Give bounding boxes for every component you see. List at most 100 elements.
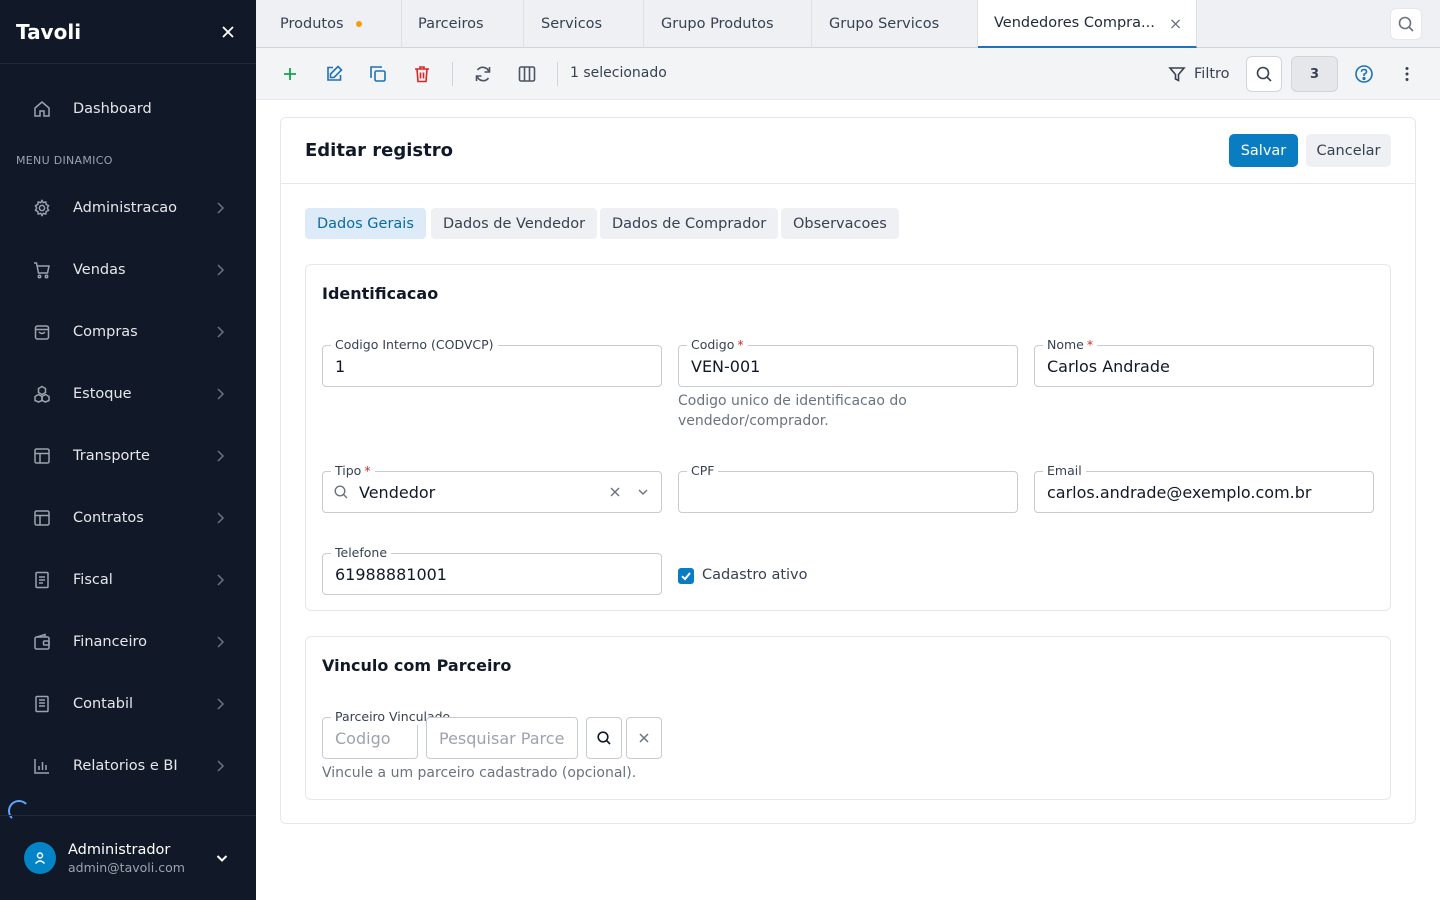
required-marker: * bbox=[737, 337, 744, 352]
delete-button[interactable] bbox=[410, 62, 434, 86]
sidebar-item-label: Vendas bbox=[73, 262, 126, 278]
sidebar-item-label: Contratos bbox=[73, 510, 144, 526]
help-button[interactable] bbox=[1352, 62, 1376, 86]
refresh-button[interactable] bbox=[471, 62, 495, 86]
checkbox-label: Cadastro ativo bbox=[702, 567, 808, 583]
field-label-text: Tipo bbox=[335, 463, 362, 478]
toolbar-search-button[interactable] bbox=[1246, 56, 1282, 92]
field-label: Nome * bbox=[1043, 337, 1098, 353]
sidebar-item-label: Administracao bbox=[73, 200, 178, 216]
parceiro-search-field[interactable]: Pesquisar Parce bbox=[426, 717, 578, 759]
book-icon bbox=[35, 695, 49, 713]
tab-dados-gerais[interactable]: Dados Gerais bbox=[305, 208, 426, 239]
sidebar-item-contabil[interactable]: Contabil bbox=[0, 680, 256, 728]
sidebar-item-compras[interactable]: Compras bbox=[0, 308, 256, 356]
tab-label: Servicos bbox=[541, 16, 603, 32]
chevron-right-icon bbox=[217, 636, 225, 648]
clear-icon[interactable] bbox=[609, 486, 621, 498]
avatar bbox=[24, 842, 56, 874]
sidebar-item-contratos[interactable]: Contratos bbox=[0, 494, 256, 542]
sidebar-item-relatorios[interactable]: Relatorios e BI bbox=[0, 742, 256, 790]
cpf-field[interactable]: CPF bbox=[678, 463, 1018, 513]
tab-vendedores-compradores[interactable]: Vendedores Compra... × bbox=[978, 0, 1197, 48]
sidebar-item-dashboard[interactable]: Dashboard bbox=[0, 85, 256, 133]
sidebar-item-financeiro[interactable]: Financeiro bbox=[0, 618, 256, 666]
email-field[interactable]: Email carlos.andrade@exemplo.com.br bbox=[1034, 463, 1374, 513]
tab-observacoes[interactable]: Observacoes bbox=[781, 208, 899, 239]
brand-logo: Tavoli bbox=[16, 19, 82, 44]
parceiro-search-button[interactable] bbox=[586, 717, 622, 759]
filter-button[interactable]: Filtro bbox=[1168, 62, 1230, 86]
tab-bar: Produtos Parceiros Servicos Grupo Produt… bbox=[256, 0, 1440, 48]
chevron-right-icon bbox=[217, 512, 225, 524]
layout-icon bbox=[34, 510, 50, 526]
codigo-field[interactable]: Codigo * VEN-001 bbox=[678, 337, 1018, 387]
parceiro-clear-button[interactable] bbox=[626, 717, 662, 759]
field-placeholder: Codigo bbox=[335, 728, 391, 748]
chevron-right-icon bbox=[217, 574, 225, 586]
tab-grupo-produtos[interactable]: Grupo Produtos bbox=[644, 0, 812, 48]
codigo-interno-field[interactable]: Codigo Interno (CODVCP) 1 bbox=[322, 337, 662, 387]
close-tab-icon[interactable]: × bbox=[1169, 14, 1182, 33]
layout-icon bbox=[34, 448, 50, 464]
cadastro-ativo-checkbox[interactable] bbox=[678, 568, 694, 584]
global-search-button[interactable] bbox=[1390, 8, 1422, 40]
field-label: CPF bbox=[687, 463, 719, 479]
hint-line: Codigo unico de identificacao do bbox=[678, 393, 907, 409]
chevron-down-icon[interactable] bbox=[637, 486, 649, 498]
chevron-right-icon bbox=[217, 760, 225, 772]
telefone-field[interactable]: Telefone 61988881001 bbox=[322, 545, 662, 595]
boxes-icon bbox=[34, 385, 50, 403]
columns-icon bbox=[518, 66, 536, 82]
sidebar-item-label: Financeiro bbox=[73, 634, 148, 650]
tab-label: Grupo Servicos bbox=[829, 16, 940, 32]
tab-dados-vendedor[interactable]: Dados de Vendedor bbox=[431, 208, 598, 239]
sidebar-item-fiscal[interactable]: Fiscal bbox=[0, 556, 256, 604]
sidebar-item-label: Contabil bbox=[73, 696, 134, 712]
field-label-text: Nome bbox=[1047, 337, 1084, 352]
help-icon bbox=[1355, 65, 1373, 83]
user-email: admin@tavoli.com bbox=[68, 859, 185, 875]
sidebar-item-transporte[interactable]: Transporte bbox=[0, 432, 256, 480]
chevron-down-icon[interactable] bbox=[214, 850, 230, 866]
section-title: Vinculo com Parceiro bbox=[322, 656, 512, 675]
bar-chart-icon bbox=[34, 759, 49, 774]
sidebar-item-estoque[interactable]: Estoque bbox=[0, 370, 256, 418]
sidebar-item-label: Relatorios e BI bbox=[73, 758, 178, 774]
tab-parceiros[interactable]: Parceiros bbox=[402, 0, 524, 48]
field-value: 61988881001 bbox=[335, 564, 447, 584]
edit-record-card: Editar registro Salvar Cancelar Dados Ge… bbox=[280, 117, 1416, 824]
add-button[interactable] bbox=[278, 62, 302, 86]
cart-icon bbox=[34, 262, 50, 279]
nome-field[interactable]: Nome * Carlos Andrade bbox=[1034, 337, 1374, 387]
more-options-button[interactable] bbox=[1395, 62, 1419, 86]
sidebar-item-vendas[interactable]: Vendas bbox=[0, 246, 256, 294]
field-label: Email bbox=[1043, 463, 1086, 479]
tab-label: Vendedores Compra... bbox=[994, 15, 1155, 31]
tab-produtos[interactable]: Produtos bbox=[256, 0, 402, 48]
field-value: 1 bbox=[335, 356, 346, 376]
section-vinculo-parceiro: Vinculo com Parceiro Parceiro Vinculado … bbox=[305, 636, 1391, 800]
tab-servicos[interactable]: Servicos bbox=[524, 0, 644, 48]
columns-button[interactable] bbox=[515, 62, 539, 86]
more-vertical-icon bbox=[1405, 67, 1409, 81]
tab-grupo-servicos[interactable]: Grupo Servicos bbox=[812, 0, 978, 48]
edit-button[interactable] bbox=[322, 62, 346, 86]
close-sidebar-button[interactable] bbox=[216, 20, 240, 44]
tab-dados-comprador[interactable]: Dados de Comprador bbox=[600, 208, 779, 239]
unsaved-dot-icon bbox=[355, 21, 362, 27]
cancel-button[interactable]: Cancelar bbox=[1306, 134, 1391, 167]
save-button[interactable]: Salvar bbox=[1229, 134, 1298, 167]
field-value: Vendedor bbox=[359, 482, 436, 502]
duplicate-button[interactable] bbox=[366, 62, 390, 86]
search-icon bbox=[334, 485, 348, 499]
sidebar-item-administracao[interactable]: Administracao bbox=[0, 184, 256, 232]
gear-icon bbox=[34, 199, 50, 217]
tab-label: Grupo Produtos bbox=[661, 16, 774, 32]
parceiro-codigo-field[interactable]: Parceiro Vinculado Codigo bbox=[322, 709, 455, 759]
tipo-select[interactable]: Tipo * Vendedor bbox=[322, 463, 662, 513]
user-menu[interactable]: Administrador admin@tavoli.com bbox=[0, 815, 256, 900]
sidebar-item-label: Fiscal bbox=[73, 572, 113, 588]
parceiro-hint: Vincule a um parceiro cadastrado (opcion… bbox=[322, 765, 637, 781]
record-count-badge[interactable]: 3 bbox=[1291, 56, 1338, 92]
